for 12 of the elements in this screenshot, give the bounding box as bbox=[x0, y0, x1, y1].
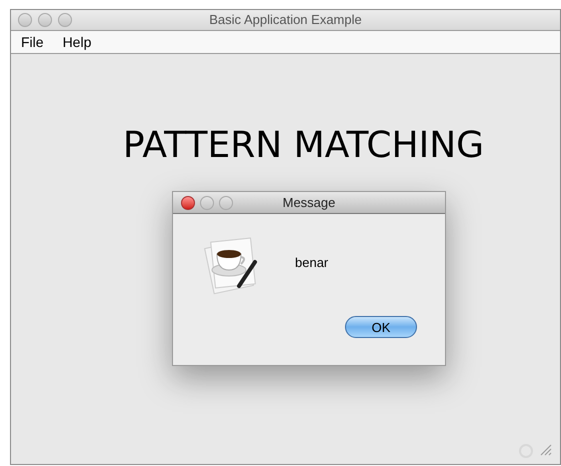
zoom-icon[interactable] bbox=[58, 13, 72, 27]
menu-item[interactable]: File bbox=[21, 32, 44, 52]
menu-item[interactable]: Help bbox=[62, 32, 92, 52]
dialog-title: Message bbox=[282, 194, 336, 212]
minimize-icon[interactable] bbox=[200, 196, 214, 210]
window-title: Basic Application Example bbox=[209, 11, 362, 30]
minimize-icon[interactable] bbox=[38, 13, 52, 27]
zoom-icon[interactable] bbox=[219, 196, 233, 210]
ok-button[interactable]: OK bbox=[345, 316, 417, 338]
message-text: benar bbox=[295, 254, 328, 272]
heading: PATTERN MATCHING bbox=[122, 128, 484, 164]
close-icon[interactable] bbox=[181, 196, 195, 210]
